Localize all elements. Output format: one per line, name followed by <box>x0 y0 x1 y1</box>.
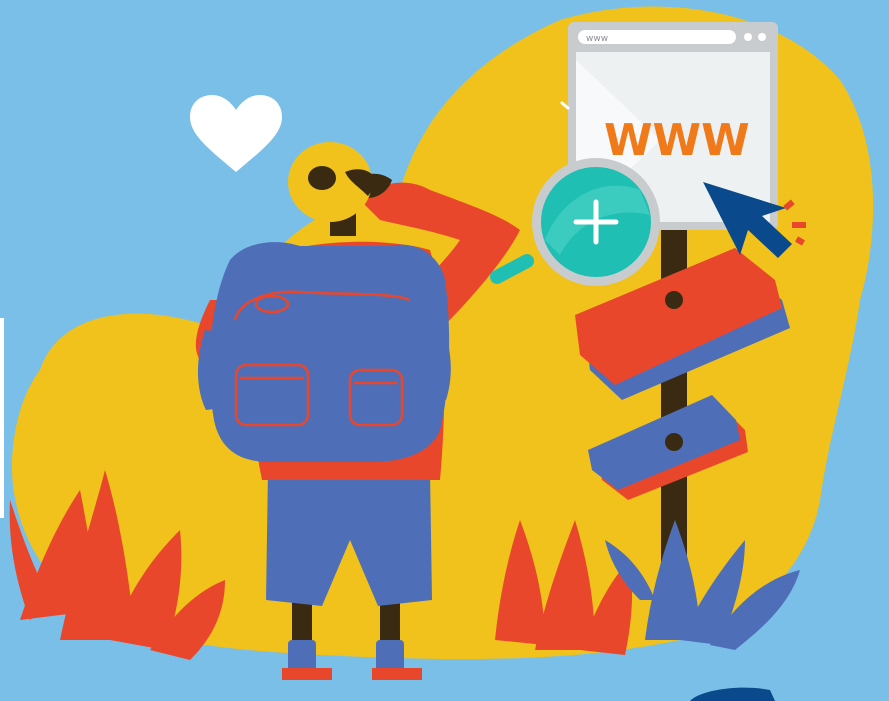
illustration-scene: www WWW <box>0 0 889 701</box>
left-edge-mark <box>0 318 4 518</box>
backpack <box>197 242 451 462</box>
www-page-text: WWW <box>604 115 750 166</box>
url-bar-text: www <box>586 34 608 44</box>
